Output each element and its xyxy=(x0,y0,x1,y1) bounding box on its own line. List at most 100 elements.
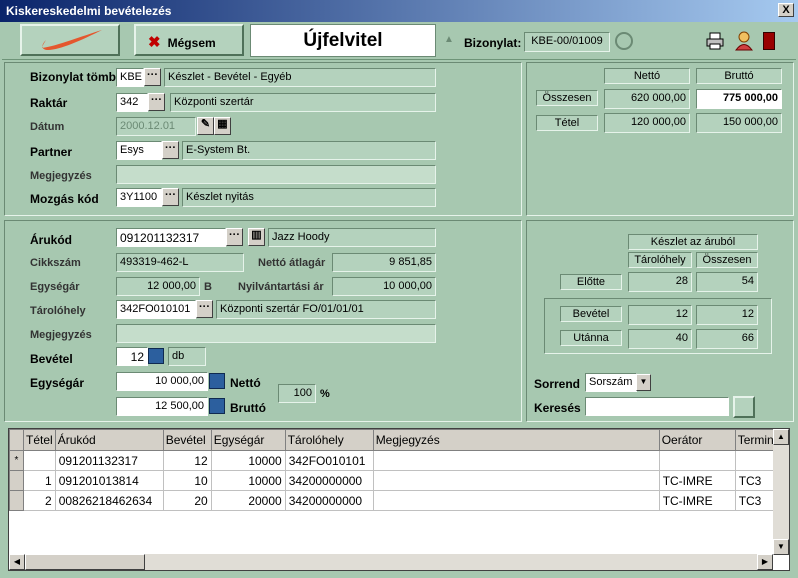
table-row[interactable]: 1 091201013814 10 10000 34200000000 TC-I… xyxy=(9,470,777,491)
calculator-icon[interactable] xyxy=(209,398,225,414)
partner-input[interactable]: Esys xyxy=(116,141,162,160)
cell-tarolohely[interactable]: 342FO010101 xyxy=(284,450,374,471)
arukod-desc: Jazz Hoody xyxy=(268,228,436,247)
stock-col-tarolohely: Tárolóhely xyxy=(628,252,692,268)
item-megjegyzes-input[interactable] xyxy=(116,324,436,343)
cell-operator[interactable]: TC-IMRE xyxy=(658,490,736,511)
grid-header[interactable]: Termin xyxy=(734,429,777,451)
grid-header[interactable]: Egységár xyxy=(210,429,286,451)
raktar-lookup-button[interactable]: ··· xyxy=(148,93,165,111)
bizonylat-tomb-lookup-button[interactable]: ··· xyxy=(144,68,161,86)
tarolohely-input[interactable]: 342FO010101 xyxy=(116,300,196,319)
bevetel-input[interactable]: 12 xyxy=(116,347,148,366)
cell-arukod[interactable]: 091201132317 xyxy=(54,450,164,471)
cell-tarolohely[interactable]: 34200000000 xyxy=(284,490,374,511)
tetel-label: Tétel xyxy=(536,115,598,131)
cell-terminal[interactable]: TC3 xyxy=(734,470,777,491)
megjegyzes-input[interactable] xyxy=(116,165,436,184)
grid-header[interactable]: Oerátor xyxy=(658,429,736,451)
grid-header[interactable]: Árukód xyxy=(54,429,164,451)
raktar-input[interactable]: 342 xyxy=(116,93,148,112)
sorrend-select[interactable]: Sorszám xyxy=(585,373,637,392)
grid-header[interactable]: Bevétel xyxy=(162,429,212,451)
megjegyzes-label: Megjegyzés xyxy=(30,170,92,182)
mozgas-lookup-button[interactable]: ··· xyxy=(162,188,179,206)
cell-bevetel[interactable]: 12 xyxy=(162,450,212,471)
refresh-icon[interactable] xyxy=(615,32,633,50)
cell-tetel[interactable]: 2 xyxy=(23,490,56,511)
partner-lookup-button[interactable]: ··· xyxy=(162,141,179,159)
netto-price-input[interactable]: 10 000,00 xyxy=(116,372,208,391)
cell-bevetel[interactable]: 20 xyxy=(162,490,212,511)
cancel-button[interactable]: ✖ Mégsem xyxy=(134,24,244,56)
table-row[interactable]: 2 00826218462634 20 20000 34200000000 TC… xyxy=(9,490,777,511)
cell-tarolohely[interactable]: 34200000000 xyxy=(284,470,374,491)
mozgas-input[interactable]: 3Y1100 xyxy=(116,188,162,207)
cell-arukod[interactable]: 091201013814 xyxy=(54,470,164,491)
cell-egysegar[interactable]: 10000 xyxy=(210,450,286,471)
cell-megjegyzes[interactable] xyxy=(372,470,660,491)
bizonylat-tomb-label: Bizonylat tömb xyxy=(30,70,116,84)
cell-operator[interactable] xyxy=(658,450,736,471)
cell-terminal[interactable] xyxy=(734,450,777,471)
osszesen-netto-value: 620 000,00 xyxy=(604,89,690,109)
scroll-thumb[interactable] xyxy=(25,554,145,570)
cell-bevetel[interactable]: 10 xyxy=(162,470,212,491)
doc-number: KBE-00/01009 xyxy=(524,32,610,52)
datum-input[interactable]: 2000.12.01 xyxy=(116,117,196,136)
calculator-icon[interactable] xyxy=(209,373,225,389)
tetel-netto-value: 120 000,00 xyxy=(604,113,690,133)
kereses-input[interactable] xyxy=(585,397,729,416)
cell-egysegar[interactable]: 10000 xyxy=(210,470,286,491)
cell-arukod[interactable]: 00826218462634 xyxy=(54,490,164,511)
tetel-brutto-value: 150 000,00 xyxy=(696,113,782,133)
osszesen-label: Összesen xyxy=(536,90,598,106)
user-icon[interactable] xyxy=(735,31,753,51)
calendar-icon[interactable]: ▦ xyxy=(214,117,231,135)
arukod-input[interactable]: 091201132317 xyxy=(116,228,226,247)
bevetel-label: Bevétel xyxy=(30,352,73,366)
printer-icon[interactable] xyxy=(706,32,724,50)
erase-icon[interactable]: ✎ xyxy=(197,117,214,135)
stock-bevetel-tarolohely: 12 xyxy=(628,305,692,325)
horizontal-scrollbar[interactable]: ◀ ▶ xyxy=(9,554,773,570)
vertical-scrollbar[interactable]: ▲ ▼ xyxy=(773,429,789,555)
dropdown-arrow-icon[interactable]: ▼ xyxy=(636,374,651,391)
grid-header[interactable]: Tárolóhely xyxy=(284,429,374,451)
calculator-icon[interactable] xyxy=(148,348,164,364)
totals-brutto-header: Bruttó xyxy=(696,68,782,84)
scroll-down-icon[interactable]: ▼ xyxy=(773,539,789,555)
triangle-up-icon: ▲ xyxy=(444,34,454,45)
scroll-left-icon[interactable]: ◀ xyxy=(9,554,25,570)
netto-atlag-value: 9 851,85 xyxy=(332,253,436,272)
table-row[interactable]: * 091201132317 12 10000 342FO010101 xyxy=(9,450,777,471)
netto-atlag-label: Nettó átlagár xyxy=(258,257,326,269)
brutto-price-input[interactable]: 12 500,00 xyxy=(116,397,208,416)
cell-terminal[interactable]: TC3 xyxy=(734,490,777,511)
grid-header[interactable]: Tétel xyxy=(23,429,56,451)
close-button[interactable]: X xyxy=(778,3,794,17)
bizonylat-tomb-desc: Készlet - Bevétel - Egyéb xyxy=(164,68,436,87)
stock-title: Készlet az áruból xyxy=(628,234,758,250)
bizonylat-tomb-input[interactable]: KBE xyxy=(116,68,144,87)
cell-egysegar[interactable]: 20000 xyxy=(210,490,286,511)
brutto-price-label: Bruttó xyxy=(230,401,266,415)
scroll-up-icon[interactable]: ▲ xyxy=(773,429,789,445)
barcode-icon[interactable]: ▥ xyxy=(248,228,265,246)
item-panel xyxy=(4,220,522,422)
cell-tetel[interactable] xyxy=(23,450,56,471)
search-button[interactable] xyxy=(733,396,755,418)
arukod-lookup-button[interactable]: ··· xyxy=(226,228,243,246)
partner-desc: E-System Bt. xyxy=(182,141,436,160)
cell-tetel[interactable]: 1 xyxy=(23,470,56,491)
cell-megjegyzes[interactable] xyxy=(372,450,660,471)
egysegar-label: Egységár xyxy=(30,281,80,293)
grid-header[interactable]: Megjegyzés xyxy=(372,429,660,451)
exit-door-icon[interactable] xyxy=(763,32,775,50)
scroll-right-icon[interactable]: ▶ xyxy=(757,554,773,570)
cell-megjegyzes[interactable] xyxy=(372,490,660,511)
cell-operator[interactable]: TC-IMRE xyxy=(658,470,736,491)
tarolohely-lookup-button[interactable]: ··· xyxy=(196,300,213,318)
logo-button[interactable] xyxy=(20,24,120,56)
totals-panel xyxy=(526,62,794,216)
